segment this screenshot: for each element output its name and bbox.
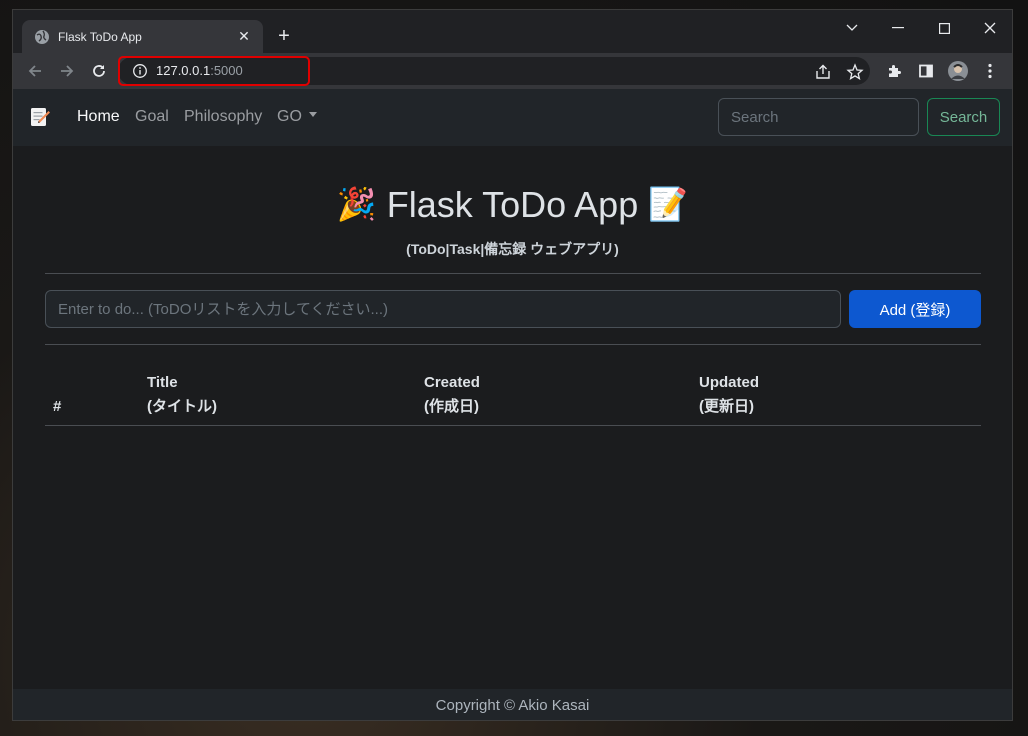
copyright-text: Copyright © Akio Kasai	[435, 697, 590, 714]
maximize-icon[interactable]	[921, 14, 967, 42]
forward-arrow-icon[interactable]	[53, 57, 81, 85]
column-header-updated-en: Updated	[699, 374, 759, 391]
add-todo-button[interactable]: Add (登録)	[849, 290, 981, 328]
column-header-updated: Updated (更新日)	[699, 371, 759, 419]
page-title: 🎉 Flask ToDo App 📝	[13, 184, 1012, 226]
minimize-icon[interactable]	[875, 14, 921, 42]
reload-icon[interactable]	[85, 57, 113, 85]
site-navbar: Home Goal Philosophy GO Search	[13, 89, 1012, 146]
url-highlight-box	[118, 56, 310, 86]
table-header-divider	[45, 425, 981, 426]
todo-input[interactable]	[45, 290, 841, 328]
back-arrow-icon[interactable]	[21, 57, 49, 85]
column-header-updated-ja: (更新日)	[699, 398, 754, 415]
nav-go-dropdown[interactable]: GO	[277, 108, 317, 126]
page-title-text: Flask ToDo App	[386, 184, 639, 225]
share-icon[interactable]	[814, 63, 832, 81]
column-header-title: Title (タイトル)	[147, 371, 217, 419]
memo-logo-icon[interactable]	[29, 106, 51, 128]
side-panel-icon[interactable]	[916, 61, 936, 81]
page-content: Home Goal Philosophy GO Search 🎉 Flask T…	[13, 89, 1012, 720]
browser-window: Flask ToDo App ✕ + 127.0.0.1:5000 Home G…	[12, 9, 1013, 721]
search-input[interactable]	[718, 98, 919, 136]
search-button[interactable]: Search	[927, 98, 1000, 136]
browser-toolbar: 127.0.0.1:5000	[13, 53, 1012, 89]
column-header-title-en: Title	[147, 374, 178, 391]
divider	[45, 344, 981, 345]
column-header-created-ja: (作成日)	[424, 398, 479, 415]
page-subtitle: (ToDo|Task|備忘録 ウェブアプリ)	[406, 241, 619, 257]
memo-icon: 📝	[648, 186, 689, 223]
close-tab-icon[interactable]: ✕	[235, 28, 253, 45]
party-popper-icon: 🎉	[336, 186, 377, 223]
nav-goal[interactable]: Goal	[135, 108, 169, 126]
column-header-created: Created (作成日)	[424, 371, 480, 419]
nav-philosophy[interactable]: Philosophy	[184, 108, 262, 126]
dropdown-caret-icon	[308, 112, 317, 118]
nav-go-label: GO	[277, 108, 302, 125]
column-header-title-ja: (タイトル)	[147, 398, 217, 415]
column-header-number: #	[53, 398, 62, 415]
tab-title: Flask ToDo App	[58, 29, 142, 44]
globe-icon	[34, 29, 50, 45]
menu-dots-icon[interactable]	[980, 61, 1000, 81]
new-tab-button[interactable]: +	[271, 23, 297, 49]
divider	[45, 273, 981, 274]
nav-home[interactable]: Home	[77, 108, 120, 126]
browser-tab[interactable]: Flask ToDo App ✕	[22, 20, 263, 53]
column-header-created-en: Created	[424, 374, 480, 391]
footer: Copyright © Akio Kasai	[13, 689, 1012, 720]
tab-strip: Flask ToDo App ✕ +	[13, 10, 1012, 53]
extensions-puzzle-icon[interactable]	[884, 61, 904, 81]
bookmark-star-icon[interactable]	[846, 63, 864, 81]
close-window-icon[interactable]	[967, 14, 1012, 42]
tab-search-icon[interactable]	[829, 14, 875, 42]
profile-avatar[interactable]	[948, 61, 968, 81]
